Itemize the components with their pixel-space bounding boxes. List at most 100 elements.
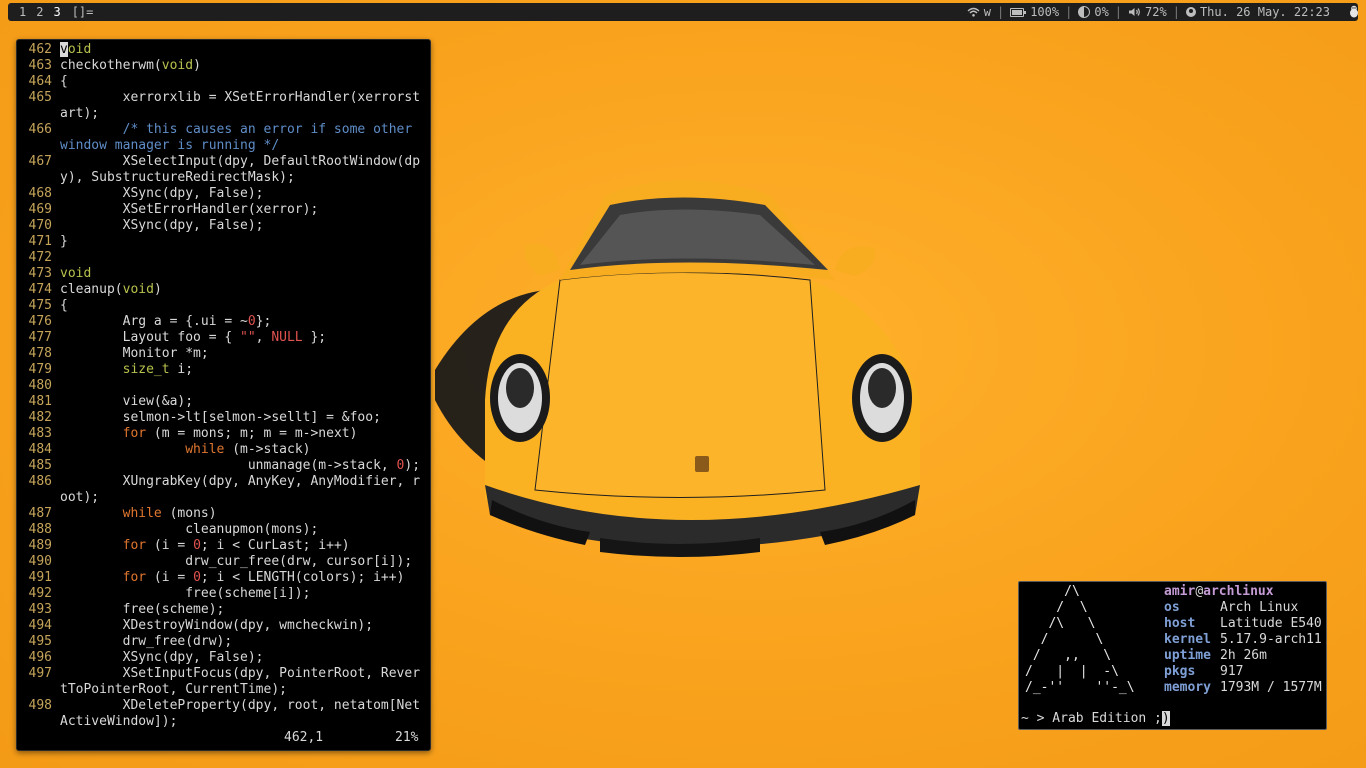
line-source: /* this causes an error if some other [60,122,421,137]
line-number: 467 [28,154,52,169]
logo-line: / \ [1025,600,1088,615]
line-source: xerrorxlib = XSetErrorHandler(xerrorst [60,90,421,105]
line-source: y), SubstructureRedirectMask); [60,170,295,185]
tag-1[interactable]: 1 [14,3,31,21]
tray-icon[interactable] [1349,5,1359,18]
code-line: 479 size_t i; [17,362,420,378]
tag-2[interactable]: 2 [31,3,48,21]
info-key: memory [1164,680,1211,695]
code-line: 464 { [17,74,420,90]
code-line: 474 cleanup(void) [17,282,420,298]
code-line: 470 XSync(dpy, False); [17,218,420,234]
logo-line: /\ [1025,584,1080,599]
info-value: Arch Linux [1220,600,1299,615]
line-number: 485 [28,458,52,473]
brightness-level: 0% [1094,5,1109,19]
line-source: XUngrabKey(dpy, AnyKey, AnyModifier, r [60,474,421,489]
line-source: drw_free(drw); [60,634,233,649]
code-line: y), SubstructureRedirectMask); [17,170,420,186]
info-value: Latitude E540 [1220,616,1322,631]
line-number: 490 [28,554,52,569]
code-line: 483 for (m = mons; m; m = m->next) [17,426,420,442]
line-number: 470 [28,218,52,233]
line-source: cleanupmon(mons); [60,522,319,537]
line-source: size_t i; [122,362,194,377]
code-line: art); [17,106,420,122]
line-number: 465 [28,90,52,105]
logo-line: /_-'' ''-_\ [1025,680,1135,695]
line-source: XSync(dpy, False); [60,186,264,201]
line-source: while (mons) [122,506,217,521]
logo-line: / | | -\ [1025,664,1119,679]
code-line: ActiveWindow]); [17,714,420,730]
line-source: XDestroyWindow(dpy, wmcheckwin); [60,618,374,633]
line-number: 482 [28,410,52,425]
code-line: tToPointerRoot, CurrentTime); [17,682,420,698]
battery-level: 100% [1030,5,1060,19]
line-number: 477 [28,330,52,345]
info-value: 5.17.9-arch11 [1220,632,1322,647]
line-source: art); [60,106,100,121]
line-number: 471 [28,234,52,249]
wallpaper-car [435,180,920,557]
line-source: XSelectInput(dpy, DefaultRootWindow(dp [60,154,421,169]
code-line: 463 checkotherwm(void) [17,58,420,74]
line-number: 463 [28,58,52,73]
line-number: 462 [28,42,52,57]
username: amir [1164,584,1196,599]
line-source: checkotherwm(void) [60,58,201,73]
line-number: 496 [28,650,52,665]
code-line: oot); [17,490,420,506]
line-number [17,490,60,506]
tag-3[interactable]: 3 [48,3,65,21]
code-line: 487 while (mons) [17,506,420,522]
clock-icon [1185,7,1196,17]
vim-editor-window[interactable]: 462 void 463 checkotherwm(void) 464 {465 xerr… [16,39,431,751]
layout-indicator[interactable]: []= [72,3,94,21]
code-buffer[interactable]: 462 void 463 checkotherwm(void) 464 {465 xerr… [17,42,420,730]
prompt-text: ~ > Arab Edition ; [1021,711,1162,726]
line-number: 494 [28,618,52,633]
line-source: XSync(dpy, False); [60,650,264,665]
info-row: memory 1793M / 1577M [1164,680,1322,696]
code-line: 466 /* this causes an error if some othe… [17,122,420,138]
sysinfo: amir @ archlinux os Arch Linux host Latitude … [1164,584,1322,696]
line-number: 493 [28,602,52,617]
code-line: 469 XSetErrorHandler(xerror); [17,202,420,218]
scroll-percent: 21% [395,730,419,745]
code-line: 478 Monitor *m; [17,346,420,362]
code-line: 497 XSetInputFocus(dpy, PointerRoot, Rev… [17,666,421,682]
date-time: Thu. 26 May. 22:23 [1199,5,1330,19]
terminal-cursor: ) [1161,711,1170,726]
line-number: 478 [28,346,52,361]
workspace-tags: 1 2 3 []= [14,3,93,21]
code-line: 471} [17,234,420,250]
line-number: 492 [28,586,52,601]
line-source: void [60,266,92,281]
code-line: 476 Arg a = {.ui = ~0}; [17,314,420,330]
line-source: XSync(dpy, False); [60,218,264,233]
code-line: 493 free(scheme); [17,602,420,618]
shell-prompt[interactable]: ~ > Arab Edition ;) [1021,711,1170,727]
line-source: tToPointerRoot, CurrentTime); [60,682,287,697]
cursor-position: 462,1 [284,730,324,745]
line-number: 483 [28,426,52,441]
line-number: 476 [28,314,52,329]
terminal-window[interactable]: /\ / \ /\ \ / \ / ,, \ / | | -\/_-'' ''-_… [1018,581,1327,730]
arch-logo: /\ / \ /\ \ / \ / ,, \ / | | -\/_-'' ''-_… [1025,584,1135,696]
code-line: 491 for (i = 0; i < LENGTH(colors); i++) [17,570,420,586]
line-source: free(scheme); [60,602,225,617]
line-source: XSetInputFocus(dpy, PointerRoot, Rever [60,666,421,681]
info-row: kernel 5.17.9-arch11 [1164,632,1322,648]
code-line: 494 XDestroyWindow(dpy, wmcheckwin); [17,618,420,634]
line-number [17,138,60,154]
line-source: XSetErrorHandler(xerror); [60,202,319,217]
battery-icon [1010,7,1027,17]
line-number: 468 [28,186,52,201]
code-line: 462 void [17,42,420,58]
code-line: 475 { [17,298,420,314]
line-number: 484 [28,442,52,457]
line-number: 469 [28,202,52,217]
info-key: kernel [1164,632,1211,647]
code-line: 482 selmon->lt[selmon->sellt] = &foo; [17,410,420,426]
